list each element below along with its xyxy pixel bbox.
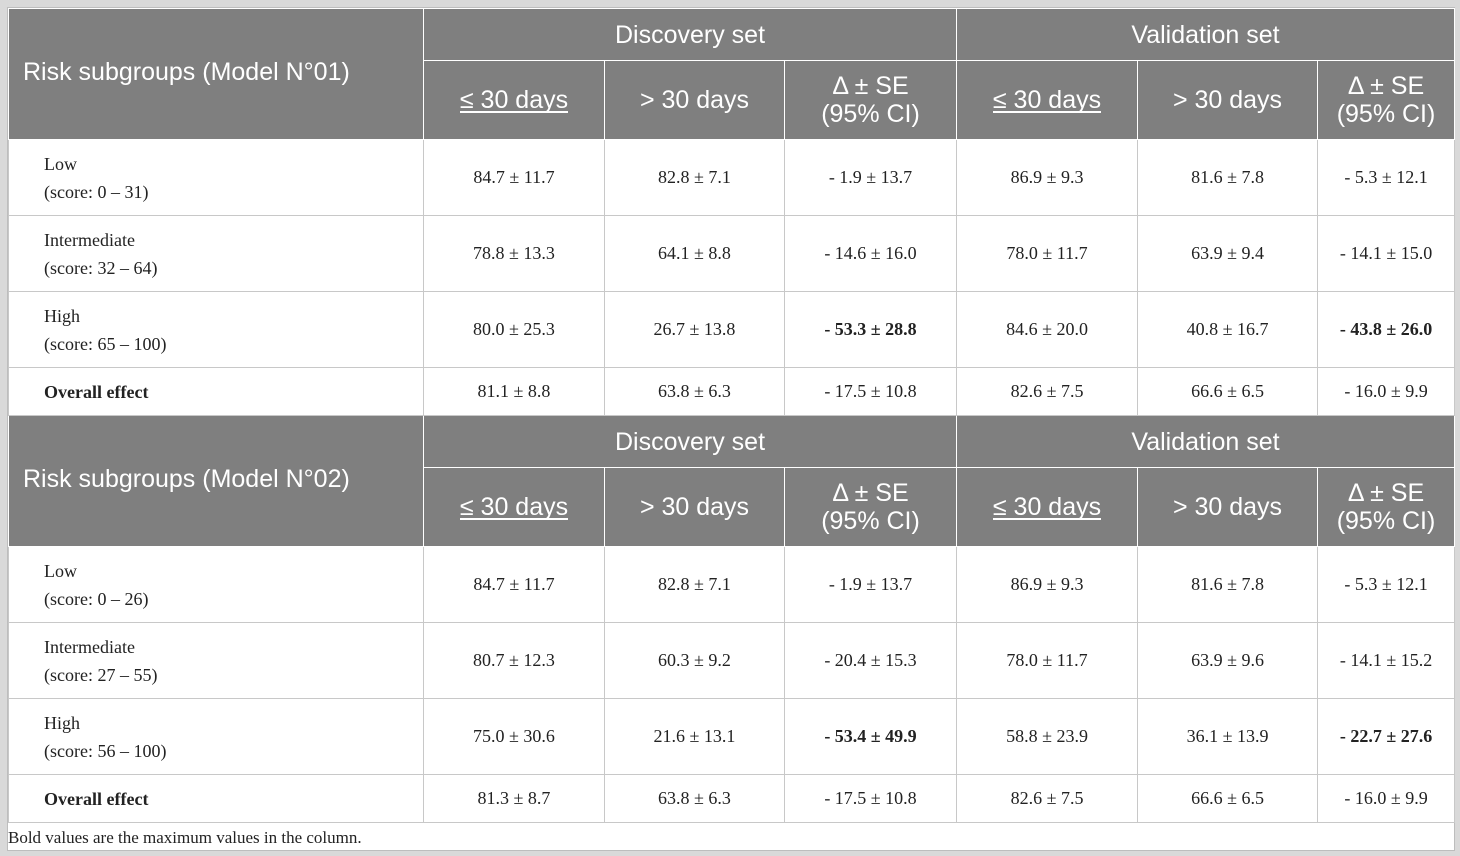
table2-validation-header: Validation set [956, 415, 1456, 468]
table-cell: 82.8 ± 7.1 [604, 139, 785, 216]
table-cell: 36.1 ± 13.9 [1137, 698, 1319, 775]
table-cell: 63.9 ± 9.6 [1137, 622, 1319, 699]
table-cell: - 20.4 ± 15.3 [783, 622, 958, 699]
table1-header-row-1: Risk subgroups (Model N°01) Discovery se… [8, 8, 1456, 140]
table-cell: 40.8 ± 16.7 [1137, 291, 1319, 368]
table-cell: 82.6 ± 7.5 [956, 367, 1139, 416]
table-cell-max: - 53.4 ± 49.9 [783, 698, 958, 775]
table-cell: 26.7 ± 13.8 [604, 291, 785, 368]
table-cell: - 14.1 ± 15.0 [1317, 215, 1456, 292]
table-cell: 81.1 ± 8.8 [423, 367, 605, 416]
row-label: Overall effect [8, 774, 424, 823]
table1-title: Risk subgroups (Model N°01) [8, 8, 424, 140]
row-label: High (score: 56 – 100) [8, 698, 424, 775]
table-row: Overall effect 81.3 ± 8.7 63.8 ± 6.3 - 1… [8, 774, 1456, 823]
table-cell: 80.7 ± 12.3 [423, 622, 605, 699]
table-cell-max: - 22.7 ± 27.6 [1317, 698, 1456, 775]
table-cell: - 1.9 ± 13.7 [783, 139, 958, 216]
table1-discovery-header: Discovery set [422, 8, 958, 61]
table-container: Risk subgroups (Model N°01) Discovery se… [7, 7, 1456, 851]
table-cell: 60.3 ± 9.2 [604, 622, 785, 699]
table-cell: 81.6 ± 7.8 [1137, 139, 1319, 216]
table-cell: 82.6 ± 7.5 [956, 774, 1139, 823]
row-label: Intermediate (score: 27 – 55) [8, 622, 424, 699]
table-row: High (score: 65 – 100) 80.0 ± 25.3 26.7 ±… [8, 291, 1456, 368]
table-row: Overall effect 81.1 ± 8.8 63.8 ± 6.3 - 1… [8, 367, 1456, 416]
footnote: Bold values are the maximum values in th… [8, 828, 362, 847]
table-cell: 86.9 ± 9.3 [956, 139, 1139, 216]
table-cell: - 17.5 ± 10.8 [783, 774, 958, 823]
table-cell: - 16.0 ± 9.9 [1317, 774, 1456, 823]
table-cell: 86.9 ± 9.3 [956, 546, 1139, 623]
table-cell: - 14.6 ± 16.0 [783, 215, 958, 292]
table-cell: - 17.5 ± 10.8 [783, 367, 958, 416]
table-cell: 80.0 ± 25.3 [423, 291, 605, 368]
col-header-le30: ≤ 30 days [423, 467, 605, 547]
col-header-le30: ≤ 30 days [956, 60, 1139, 140]
row-label: Low (score: 0 – 31) [8, 139, 424, 216]
table-cell: - 1.9 ± 13.7 [783, 546, 958, 623]
table-cell: 84.7 ± 11.7 [423, 546, 605, 623]
table-row: Low (score: 0 – 26) 84.7 ± 11.7 82.8 ± 7.… [8, 546, 1456, 623]
table-row: Low (score: 0 – 31) 84.7 ± 11.7 82.8 ± 7.… [8, 139, 1456, 216]
table-cell: - 5.3 ± 12.1 [1317, 139, 1456, 216]
table-cell: 84.6 ± 20.0 [956, 291, 1139, 368]
row-label: Low (score: 0 – 26) [8, 546, 424, 623]
row-label: Overall effect [8, 367, 424, 416]
table-cell: 66.6 ± 6.5 [1137, 774, 1319, 823]
row-label: High (score: 65 – 100) [8, 291, 424, 368]
col-header-delta: Δ ± SE (95% CI) [783, 467, 958, 547]
col-header-le30: ≤ 30 days [956, 467, 1139, 547]
col-header-gt30: > 30 days [1137, 467, 1319, 547]
table-cell: 58.8 ± 23.9 [956, 698, 1139, 775]
table-cell-max: - 53.3 ± 28.8 [783, 291, 958, 368]
table-cell: 78.0 ± 11.7 [956, 215, 1139, 292]
table-cell: - 5.3 ± 12.1 [1317, 546, 1456, 623]
col-header-delta: Δ ± SE (95% CI) [783, 60, 958, 140]
table-row: Intermediate (score: 27 – 55) 80.7 ± 12.3… [8, 622, 1456, 699]
col-header-delta: Δ ± SE (95% CI) [1317, 467, 1456, 547]
table-cell: 63.8 ± 6.3 [604, 367, 785, 416]
table-cell: - 16.0 ± 9.9 [1317, 367, 1456, 416]
table-cell: 75.0 ± 30.6 [423, 698, 605, 775]
row-label: Intermediate (score: 32 – 64) [8, 215, 424, 292]
table-cell: 78.8 ± 13.3 [423, 215, 605, 292]
table-cell: 66.6 ± 6.5 [1137, 367, 1319, 416]
table-cell: 78.0 ± 11.7 [956, 622, 1139, 699]
results-table: Risk subgroups (Model N°01) Discovery se… [8, 8, 1456, 823]
table2-title: Risk subgroups (Model N°02) [8, 415, 424, 547]
table1-validation-header: Validation set [956, 8, 1456, 61]
col-header-le30: ≤ 30 days [423, 60, 605, 140]
table-row: Intermediate (score: 32 – 64) 78.8 ± 13.3… [8, 215, 1456, 292]
table-cell: 63.8 ± 6.3 [604, 774, 785, 823]
col-header-delta: Δ ± SE (95% CI) [1317, 60, 1456, 140]
col-header-gt30: > 30 days [1137, 60, 1319, 140]
table2-header-row-1: Risk subgroups (Model N°02) Discovery se… [8, 415, 1456, 547]
table-cell: 21.6 ± 13.1 [604, 698, 785, 775]
table-cell: - 14.1 ± 15.2 [1317, 622, 1456, 699]
table2-discovery-header: Discovery set [422, 415, 958, 468]
col-header-gt30: > 30 days [604, 60, 785, 140]
col-header-gt30: > 30 days [604, 467, 785, 547]
table-cell: 81.6 ± 7.8 [1137, 546, 1319, 623]
table-cell-max: - 43.8 ± 26.0 [1317, 291, 1456, 368]
table-row: High (score: 56 – 100) 75.0 ± 30.6 21.6 ±… [8, 698, 1456, 775]
table-cell: 81.3 ± 8.7 [423, 774, 605, 823]
table-cell: 82.8 ± 7.1 [604, 546, 785, 623]
table-cell: 84.7 ± 11.7 [423, 139, 605, 216]
table-cell: 64.1 ± 8.8 [604, 215, 785, 292]
table-cell: 63.9 ± 9.4 [1137, 215, 1319, 292]
